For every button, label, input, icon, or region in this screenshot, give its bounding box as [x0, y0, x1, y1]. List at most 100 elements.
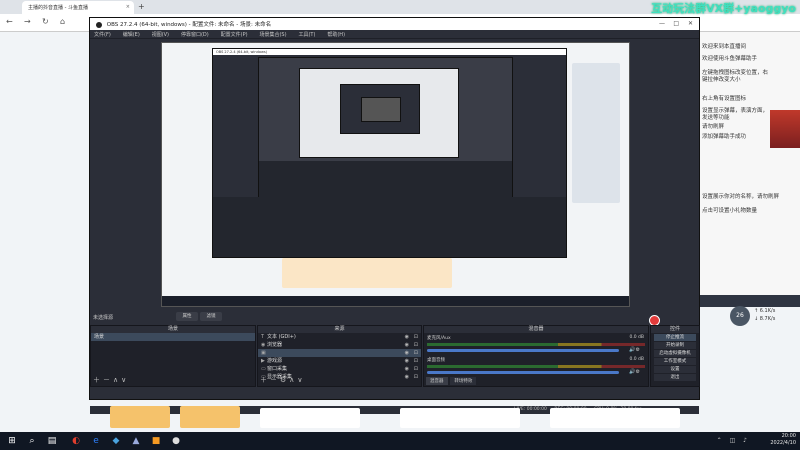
app-icon[interactable]: ◆: [110, 435, 122, 447]
down-icon[interactable]: ∨: [121, 376, 129, 384]
menu-view[interactable]: 视图(V): [152, 32, 169, 38]
lock-icon[interactable]: ⊡: [414, 373, 418, 381]
controls-dock: 控件 停止推流 开始录制 启动虚拟摄像机 工作室模式 设置 退出: [650, 325, 700, 387]
tab-mixer[interactable]: 混音器: [426, 377, 448, 385]
virtual-camera-button[interactable]: 启动虚拟摄像机: [654, 350, 696, 357]
menu-docks[interactable]: 停靠窗口(D): [181, 32, 209, 38]
stop-streaming-button[interactable]: 停止推流: [654, 334, 696, 341]
nested-preview-3: [299, 68, 459, 158]
minimize-icon[interactable]: —: [659, 20, 665, 27]
add-icon[interactable]: ＋: [93, 376, 103, 384]
obs-menu-bar: 文件(F) 编辑(E) 视图(V) 停靠窗口(D) 配置文件(P) 场景集合(S…: [90, 30, 699, 39]
controls-header: 控件: [651, 326, 699, 333]
menu-tools[interactable]: 工具(T): [298, 32, 315, 38]
stats-strip: [690, 295, 800, 307]
volume-fader[interactable]: [427, 349, 619, 352]
channel-name: 桌面音频: [427, 358, 445, 363]
eye-icon[interactable]: ◉: [405, 373, 409, 381]
lock-icon[interactable]: ⊡: [414, 333, 418, 341]
close-tab-icon[interactable]: ×: [126, 4, 130, 10]
nested-chat-panel: [572, 63, 620, 203]
forward-icon[interactable]: →: [24, 17, 31, 26]
lock-icon[interactable]: ⊡: [414, 341, 418, 349]
maximize-icon[interactable]: □: [673, 20, 679, 27]
close-icon[interactable]: ✕: [688, 20, 693, 27]
properties-button[interactable]: 属性: [176, 312, 198, 321]
obs-title: OBS 27.2.4 (64-bit, windows) - 配置文件: 未命名…: [106, 22, 272, 28]
search-icon[interactable]: ⌕: [26, 435, 38, 447]
filters-button[interactable]: 滤镜: [200, 312, 222, 321]
new-tab-button[interactable]: +: [138, 2, 145, 11]
menu-profile[interactable]: 配置文件(P): [221, 32, 248, 38]
eye-icon[interactable]: ◉: [405, 365, 409, 373]
menu-help[interactable]: 帮助(H): [327, 32, 345, 38]
menu-scene-collection[interactable]: 场景集合(S): [259, 32, 286, 38]
lock-icon[interactable]: ⊡: [414, 357, 418, 365]
task-view-icon[interactable]: ▤: [46, 435, 58, 447]
source-item[interactable]: ▶ 游戏源 ◉ ⊡: [258, 357, 421, 365]
source-item[interactable]: ▣ ◉ ⊡: [258, 349, 421, 357]
eye-icon[interactable]: ◉: [405, 341, 409, 349]
lock-icon[interactable]: ⊡: [414, 349, 418, 357]
promo-card[interactable]: [110, 406, 170, 428]
source-item[interactable]: ▭窗口采集 ◉ ⊡: [258, 365, 421, 373]
eye-icon[interactable]: ◉: [405, 357, 409, 365]
scenes-header: 场景: [91, 326, 255, 333]
obs-preview[interactable]: OBS 27.2.4 (64-bit, windows): [161, 42, 630, 307]
volume-fader[interactable]: [427, 371, 619, 374]
channel-db: 0.0 dB: [629, 335, 644, 340]
down-icon[interactable]: ∨: [297, 376, 305, 384]
eye-icon[interactable]: ◉: [405, 349, 409, 357]
promo-card[interactable]: [550, 408, 680, 428]
chat-message: 欢迎来到本直播间: [702, 44, 747, 50]
lock-icon[interactable]: ⊡: [414, 365, 418, 373]
home-icon[interactable]: ⌂: [60, 17, 65, 26]
app-icon[interactable]: ■: [150, 435, 162, 447]
steam-icon[interactable]: ▲: [130, 435, 142, 447]
volume-meter: [427, 343, 645, 346]
nested-obs-window: OBS 27.2.4 (64-bit, windows): [212, 48, 567, 258]
scene-item[interactable]: 场景: [91, 333, 255, 341]
remove-icon[interactable]: －: [103, 376, 113, 384]
mixer-channel: 麦克风/Aux 0.0 dB 🔊⚙: [424, 333, 648, 355]
scenes-dock: 场景 场景 ＋－∧∨: [90, 325, 256, 387]
remove-icon[interactable]: －: [270, 376, 280, 384]
eye-icon[interactable]: ◉: [405, 333, 409, 341]
menu-edit[interactable]: 编辑(E): [123, 32, 140, 38]
system-tray-icons[interactable]: ⌃ ◫ ♪: [717, 437, 750, 444]
volume-meter: [427, 365, 645, 368]
clock[interactable]: 20:00 2022/4/10: [770, 433, 796, 447]
speaker-icon[interactable]: 🔊⚙: [629, 347, 640, 353]
back-icon[interactable]: ←: [6, 17, 13, 26]
exit-button[interactable]: 退出: [654, 374, 696, 381]
windows-start-icon[interactable]: ⊞: [6, 435, 18, 447]
speaker-icon[interactable]: 🔊⚙: [629, 369, 640, 375]
browser-app-icon[interactable]: ◐: [70, 435, 82, 447]
streamer-avatar: [770, 110, 800, 148]
browser-tab[interactable]: 主播的抖音直播 - 斗鱼直播 ×: [22, 1, 134, 14]
menu-file[interactable]: 文件(F): [94, 32, 111, 38]
edge-icon[interactable]: e: [90, 435, 102, 447]
obs-taskbar-icon[interactable]: ●: [170, 435, 182, 447]
start-recording-button[interactable]: 开始录制: [654, 342, 696, 349]
tab-transitions[interactable]: 转场特效: [450, 377, 477, 385]
gear-icon[interactable]: ⚙: [280, 376, 289, 384]
source-item[interactable]: T 文本 (GDI+) ◉ ⊡: [258, 333, 421, 341]
source-item[interactable]: ◉ 浏览器 ◉ ⊡: [258, 341, 421, 349]
mixer-header: 混音器: [424, 326, 648, 333]
channel-db: 0.0 dB: [629, 357, 644, 362]
reload-icon[interactable]: ↻: [42, 17, 49, 26]
nested-obs-window-2: [258, 57, 513, 207]
chat-message: 右上角有设置图标: [702, 96, 747, 102]
promo-card[interactable]: [180, 406, 240, 428]
studio-mode-button[interactable]: 工作室模式: [654, 358, 696, 365]
up-icon[interactable]: ∧: [113, 376, 121, 384]
clock-date: 2022/4/10: [770, 440, 796, 446]
chat-message: 欢迎使用斗鱼弹幕助手: [702, 56, 758, 62]
promo-card[interactable]: [260, 408, 360, 428]
settings-button[interactable]: 设置: [654, 366, 696, 373]
sources-dock: 来源 T 文本 (GDI+) ◉ ⊡ ◉ 浏览器 ◉ ⊡ ▣ ◉ ⊡ ▶ 游戏源 ◉ ⊡ ▭窗口采集 ◉…: [257, 325, 422, 387]
add-icon[interactable]: ＋: [260, 376, 270, 384]
promo-card[interactable]: [400, 408, 520, 428]
no-source-label: 未选择源: [93, 315, 114, 321]
